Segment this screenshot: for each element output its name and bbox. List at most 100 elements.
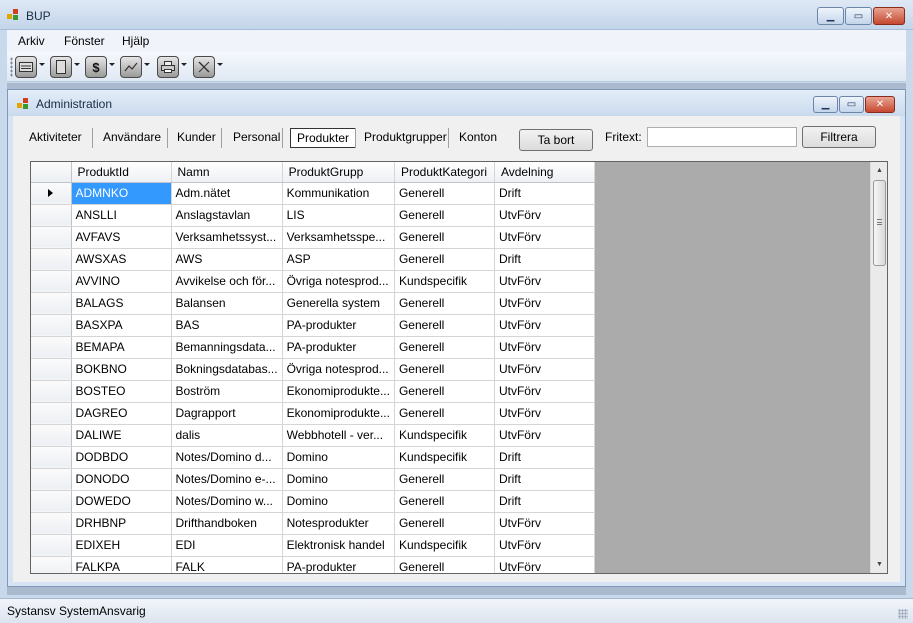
- scroll-down-icon[interactable]: ▼: [871, 556, 887, 573]
- cell-namn[interactable]: Notes/Domino d...: [171, 446, 283, 469]
- cell-avdelning[interactable]: UtvFörv: [494, 402, 595, 425]
- cell-produktgrupp[interactable]: Domino: [282, 490, 395, 513]
- column-header-produktid[interactable]: ProduktId: [71, 162, 172, 183]
- column-header-avdelning[interactable]: Avdelning: [494, 162, 595, 183]
- row-header[interactable]: [31, 446, 72, 469]
- cell-avdelning[interactable]: UtvFörv: [494, 358, 595, 381]
- cell-namn[interactable]: Verksamhetssyst...: [171, 226, 283, 249]
- scroll-thumb[interactable]: [873, 180, 886, 266]
- cell-produktgrupp[interactable]: Övriga notesprod...: [282, 358, 395, 381]
- cell-produktid[interactable]: DODBDO: [71, 446, 172, 469]
- child-minimize-button[interactable]: ▁: [813, 96, 838, 113]
- cell-namn[interactable]: Avvikelse och för...: [171, 270, 283, 293]
- cell-namn[interactable]: AWS: [171, 248, 283, 271]
- cell-produktgrupp[interactable]: Verksamhetsspe...: [282, 226, 395, 249]
- cell-avdelning[interactable]: UtvFörv: [494, 226, 595, 249]
- row-header[interactable]: [31, 182, 72, 205]
- column-header-namn[interactable]: Namn: [171, 162, 283, 183]
- delete-button[interactable]: Ta bort: [519, 129, 593, 151]
- cell-avdelning[interactable]: UtvFörv: [494, 314, 595, 337]
- corner-header[interactable]: [31, 162, 72, 183]
- column-header-produktgrupp[interactable]: ProduktGrupp: [282, 162, 395, 183]
- cell-namn[interactable]: Adm.nätet: [171, 182, 283, 205]
- cell-avdelning[interactable]: UtvFörv: [494, 556, 595, 573]
- cell-avdelning[interactable]: Drift: [494, 468, 595, 491]
- row-header[interactable]: [31, 534, 72, 557]
- cell-produktgrupp[interactable]: Övriga notesprod...: [282, 270, 395, 293]
- cell-produktkategori[interactable]: Generell: [394, 182, 495, 205]
- cell-produktkategori[interactable]: Generell: [394, 512, 495, 535]
- resize-grip-icon[interactable]: [898, 609, 908, 619]
- row-header[interactable]: [31, 204, 72, 227]
- table-row[interactable]: DRHBNP Drifthandboken Notesprodukter Genere…: [31, 512, 595, 535]
- table-row[interactable]: BALAGS Balansen Generella system Generell Ut…: [31, 292, 595, 315]
- cell-avdelning[interactable]: UtvFörv: [494, 512, 595, 535]
- chevron-down-icon[interactable]: [39, 63, 45, 66]
- nav-produktgrupper[interactable]: Produktgrupper: [364, 130, 447, 144]
- cell-namn[interactable]: Drifthandboken: [171, 512, 283, 535]
- cell-avdelning[interactable]: Drift: [494, 182, 595, 205]
- table-row[interactable]: DOWEDO Notes/Domino w... Domino Generell Dri…: [31, 490, 595, 513]
- cell-produktkategori[interactable]: Kundspecifik: [394, 534, 495, 557]
- cell-produktkategori[interactable]: Generell: [394, 556, 495, 573]
- cell-produktgrupp[interactable]: ASP: [282, 248, 395, 271]
- cell-avdelning[interactable]: Drift: [494, 490, 595, 513]
- cell-produktgrupp[interactable]: Domino: [282, 468, 395, 491]
- cell-produktgrupp[interactable]: Ekonomiprodukte...: [282, 380, 395, 403]
- cell-avdelning[interactable]: UtvFörv: [494, 336, 595, 359]
- table-row[interactable]: AVVINO Avvikelse och för... Övriga notespr…: [31, 270, 595, 293]
- cell-produktgrupp[interactable]: LIS: [282, 204, 395, 227]
- cell-produktgrupp[interactable]: Notesprodukter: [282, 512, 395, 535]
- row-header[interactable]: [31, 248, 72, 271]
- cell-namn[interactable]: Dagrapport: [171, 402, 283, 425]
- cell-namn[interactable]: EDI: [171, 534, 283, 557]
- cell-namn[interactable]: dalis: [171, 424, 283, 447]
- table-row[interactable]: BOSTEO Boström Ekonomiprodukte... Generell U…: [31, 380, 595, 403]
- cell-namn[interactable]: Anslagstavlan: [171, 204, 283, 227]
- cell-produktkategori[interactable]: Generell: [394, 248, 495, 271]
- vertical-scrollbar[interactable]: ▲ ▼: [870, 162, 887, 573]
- cell-namn[interactable]: Notes/Domino e-...: [171, 468, 283, 491]
- table-row[interactable]: BEMAPA Bemanningsdata... PA-produkter Gener…: [31, 336, 595, 359]
- cell-produktgrupp[interactable]: Generella system: [282, 292, 395, 315]
- products-grid[interactable]: ProduktId Namn ProduktGrupp ProduktKateg…: [30, 161, 888, 574]
- table-row[interactable]: FALKPA FALK PA-produkter Generell UtvFörv: [31, 556, 595, 573]
- cell-produktkategori[interactable]: Kundspecifik: [394, 270, 495, 293]
- cell-produktid[interactable]: EDIXEH: [71, 534, 172, 557]
- cell-avdelning[interactable]: UtvFörv: [494, 534, 595, 557]
- cell-produktgrupp[interactable]: PA-produkter: [282, 314, 395, 337]
- cell-produktkategori[interactable]: Generell: [394, 402, 495, 425]
- table-row[interactable]: EDIXEH EDI Elektronisk handel Kundspecifik U…: [31, 534, 595, 557]
- cell-produktkategori[interactable]: Generell: [394, 204, 495, 227]
- toolbar-button-document[interactable]: [50, 56, 72, 78]
- cell-produktgrupp[interactable]: PA-produkter: [282, 336, 395, 359]
- table-row[interactable]: AWSXAS AWS ASP Generell Drift: [31, 248, 595, 271]
- cell-avdelning[interactable]: Drift: [494, 248, 595, 271]
- filter-button[interactable]: Filtrera: [802, 126, 876, 148]
- minimize-button[interactable]: ▁: [817, 7, 844, 25]
- cell-namn[interactable]: Balansen: [171, 292, 283, 315]
- table-row[interactable]: DAGREO Dagrapport Ekonomiprodukte... Genere…: [31, 402, 595, 425]
- row-header[interactable]: [31, 314, 72, 337]
- nav-produkter[interactable]: Produkter: [290, 128, 357, 148]
- cell-namn[interactable]: BAS: [171, 314, 283, 337]
- table-row[interactable]: AVFAVS Verksamhetssyst... Verksamhetsspe..…: [31, 226, 595, 249]
- nav-konton[interactable]: Konton: [459, 130, 497, 144]
- cell-produktkategori[interactable]: Kundspecifik: [394, 446, 495, 469]
- scroll-up-icon[interactable]: ▲: [871, 162, 887, 179]
- fritext-input[interactable]: [647, 127, 797, 147]
- cell-produktid[interactable]: AVFAVS: [71, 226, 172, 249]
- toolbar-button-chart[interactable]: [120, 56, 142, 78]
- toolbar-button-list[interactable]: [15, 56, 37, 78]
- cell-produktid[interactable]: DALIWE: [71, 424, 172, 447]
- row-header[interactable]: [31, 424, 72, 447]
- cell-produktgrupp[interactable]: PA-produkter: [282, 556, 395, 573]
- cell-produktkategori[interactable]: Kundspecifik: [394, 424, 495, 447]
- cell-produktid[interactable]: ADMNKO: [71, 182, 172, 205]
- maximize-button[interactable]: ▭: [845, 7, 872, 25]
- cell-produktid[interactable]: DRHBNP: [71, 512, 172, 535]
- column-header-produktkategori[interactable]: ProduktKategori: [394, 162, 495, 183]
- row-header[interactable]: [31, 556, 72, 573]
- toolbar-button-dollar[interactable]: $: [85, 56, 107, 78]
- cell-produktgrupp[interactable]: Webbhotell - ver...: [282, 424, 395, 447]
